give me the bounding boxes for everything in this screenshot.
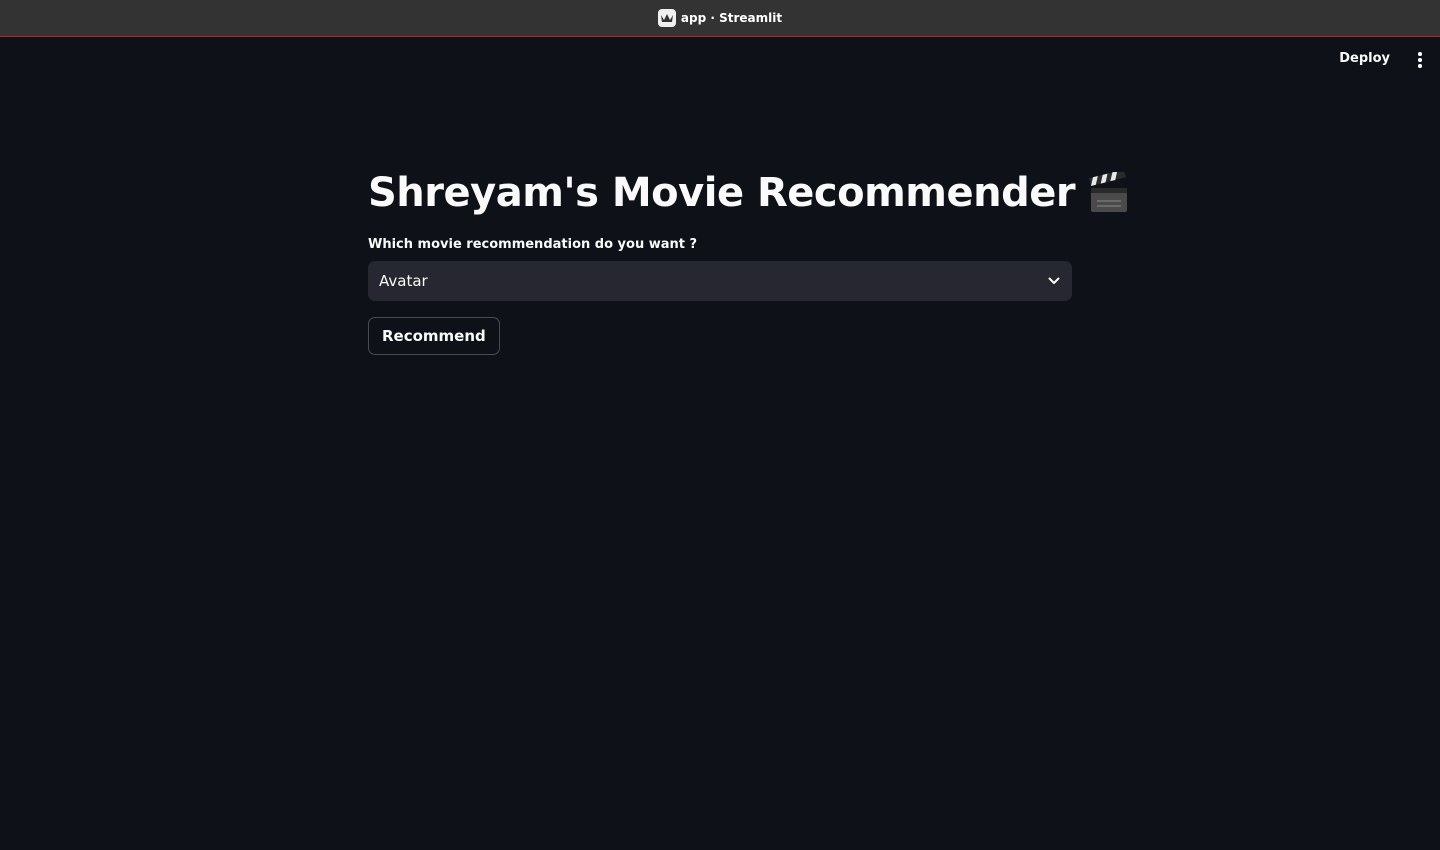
chevron-down-icon[interactable] <box>1048 277 1060 285</box>
page-title-text: Shreyam's Movie Recommender <box>368 170 1076 216</box>
clapper-board-icon <box>1087 172 1131 214</box>
movie-select-value: Avatar <box>379 272 428 290</box>
app-toolbar: Deploy <box>0 38 1440 82</box>
main-content: Shreyam's Movie Recommender Which movie … <box>368 160 1128 355</box>
page-title: Shreyam's Movie Recommender <box>368 160 1128 226</box>
window-title-group: app · Streamlit <box>657 9 783 27</box>
streamlit-crown-icon <box>657 9 676 27</box>
window-title: app · Streamlit <box>680 11 783 25</box>
recommend-button[interactable]: Recommend <box>368 317 500 355</box>
deploy-button[interactable]: Deploy <box>1339 51 1390 66</box>
select-label: Which movie recommendation do you want ? <box>368 237 698 252</box>
window-titlebar: app · Streamlit <box>0 0 1440 37</box>
movie-select[interactable]: Avatar <box>368 261 1072 301</box>
kebab-menu-icon[interactable] <box>1414 50 1426 70</box>
